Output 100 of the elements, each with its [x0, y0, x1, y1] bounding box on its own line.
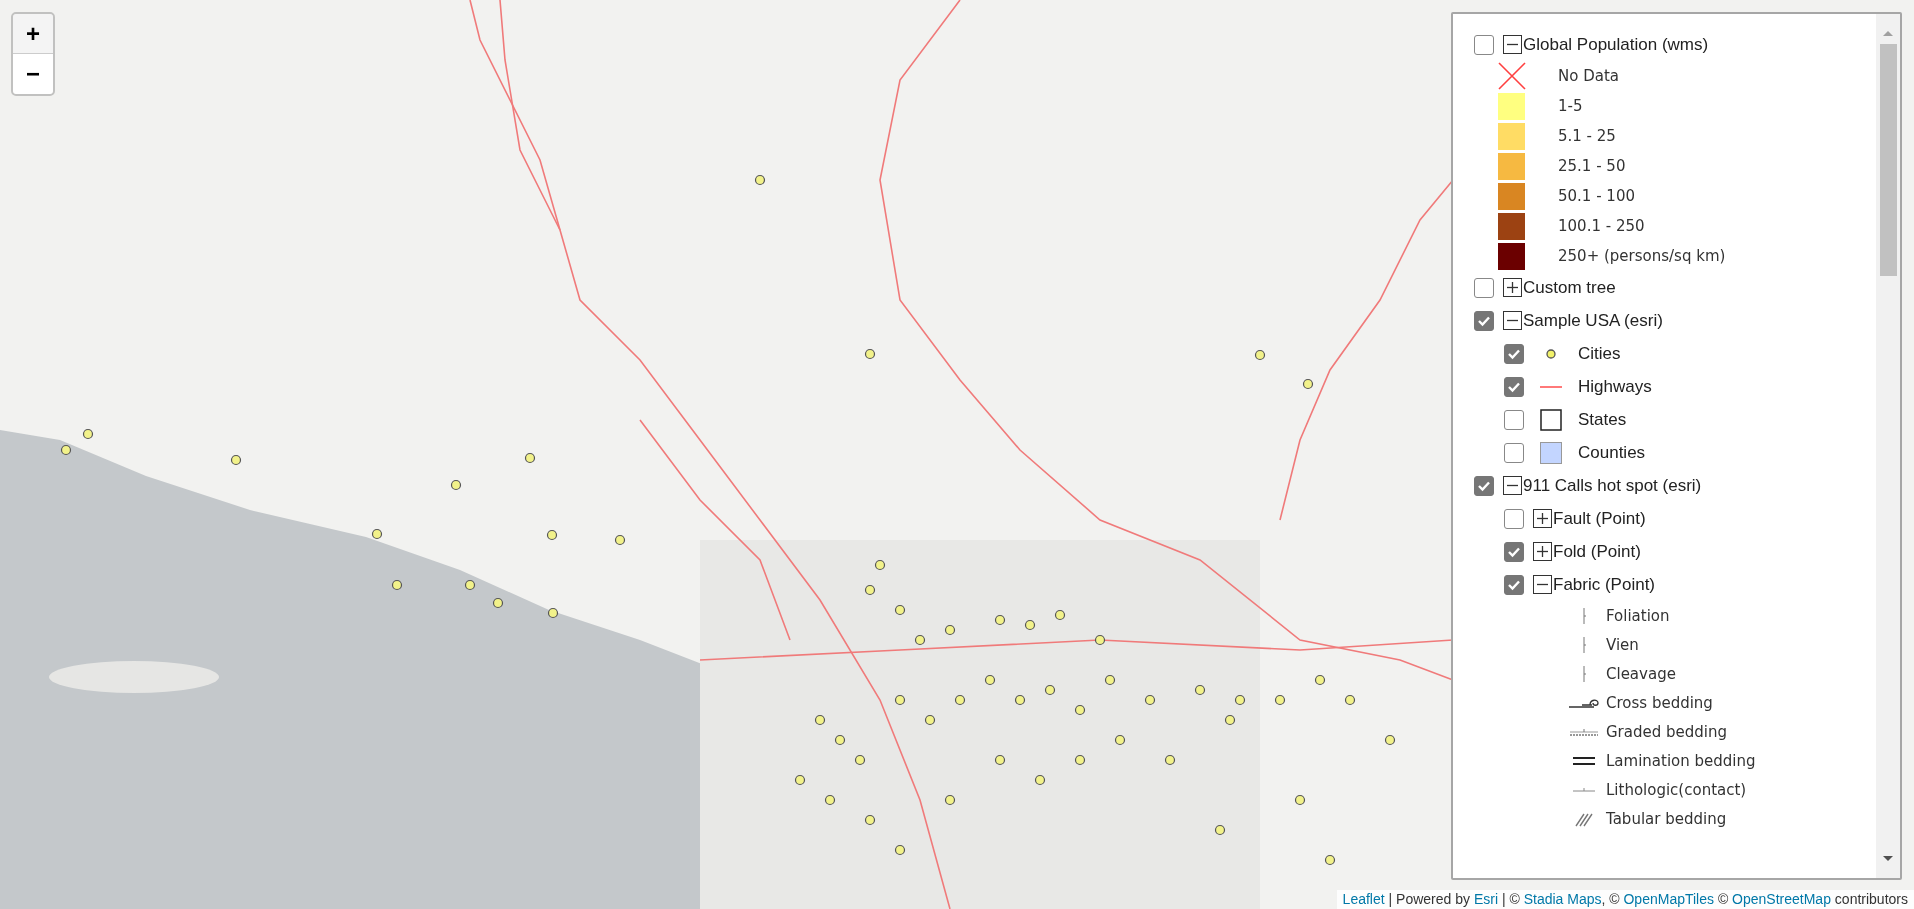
tick-symbol-icon — [1581, 606, 1587, 625]
layer-label: Custom tree — [1523, 277, 1616, 298]
checkbox[interactable] — [1504, 541, 1524, 562]
city-marker — [391, 579, 403, 591]
attribution-link[interactable]: OpenMapTiles — [1623, 891, 1714, 907]
city-marker — [1074, 754, 1086, 766]
scroll-up-icon — [1881, 28, 1895, 38]
minus-icon[interactable] — [1503, 311, 1522, 330]
city-marker — [82, 428, 94, 440]
city-marker — [1344, 694, 1356, 706]
graded-bedding-symbol-icon — [1569, 726, 1599, 737]
scrollbar-thumb[interactable] — [1879, 44, 1897, 276]
scroll-down-icon — [1881, 854, 1895, 864]
city-marker — [864, 584, 876, 596]
city-marker — [1114, 734, 1126, 746]
city-marker — [984, 674, 996, 686]
city-marker — [546, 529, 558, 541]
zoom-out-button[interactable]: − — [13, 54, 53, 94]
city-marker — [824, 794, 836, 806]
legend-label: 100.1 - 250 — [1558, 217, 1645, 235]
city-marker — [1074, 704, 1086, 716]
legend-label: 1-5 — [1558, 97, 1583, 115]
legend-label: Vien — [1606, 635, 1639, 654]
city-marker — [914, 634, 926, 646]
legend-label: Foliation — [1606, 606, 1670, 625]
tick-symbol-icon — [1581, 635, 1587, 654]
layer-label: Global Population (wms) — [1523, 34, 1709, 55]
checkbox[interactable] — [1474, 310, 1494, 331]
city-marker — [754, 174, 766, 186]
tick-symbol-icon — [1581, 664, 1587, 683]
legend-label: Cleavage — [1606, 664, 1676, 683]
city-marker — [924, 714, 936, 726]
city-marker — [794, 774, 806, 786]
checkbox[interactable] — [1504, 409, 1524, 430]
city-marker — [1024, 619, 1036, 631]
city-marker — [1034, 774, 1046, 786]
legend-label: Lithologic(contact) — [1606, 780, 1747, 799]
checkbox[interactable] — [1474, 475, 1494, 496]
legend-label: Cross bedding — [1606, 693, 1713, 712]
city-marker — [994, 614, 1006, 626]
layer-label: States — [1578, 409, 1627, 430]
city-marker — [1294, 794, 1306, 806]
square-outline-icon — [1540, 408, 1562, 431]
city-marker — [1224, 714, 1236, 726]
city-marker — [854, 754, 866, 766]
minus-icon[interactable] — [1503, 35, 1522, 54]
square-fill-icon — [1540, 441, 1562, 464]
layer-label: Counties — [1578, 442, 1646, 463]
checkmark-icon — [1507, 545, 1521, 558]
checkmark-icon — [1477, 479, 1491, 492]
city-marker — [1254, 349, 1266, 361]
checkbox[interactable] — [1504, 508, 1524, 529]
plus-icon[interactable] — [1503, 278, 1522, 297]
layer-label: 911 Calls hot spot (esri) — [1523, 475, 1702, 496]
city-marker — [1014, 694, 1026, 706]
checkmark-icon — [1507, 578, 1521, 591]
checkbox[interactable] — [1474, 34, 1494, 55]
zoom-in-button[interactable]: + — [13, 14, 53, 54]
checkbox[interactable] — [1474, 277, 1494, 298]
attribution-link[interactable]: Leaflet — [1342, 891, 1385, 907]
city-marker — [1194, 684, 1206, 696]
checkbox[interactable] — [1504, 442, 1524, 463]
city-marker — [814, 714, 826, 726]
city-marker — [230, 454, 242, 466]
layer-label: Fault (Point) — [1553, 508, 1646, 529]
attribution-link[interactable]: Esri — [1473, 891, 1499, 907]
checkmark-icon — [1507, 380, 1521, 393]
city-marker — [371, 528, 383, 540]
city-marker — [1214, 824, 1226, 836]
city-marker — [944, 624, 956, 636]
city-marker — [864, 348, 876, 360]
minus-icon[interactable] — [1533, 575, 1552, 594]
city-marker — [450, 479, 462, 491]
legend-label: 50.1 - 100 — [1558, 187, 1635, 205]
attribution-text: Leaflet | Powered by Esri | © Stadia Maps, © OpenMapTiles © OpenStreetMap contributors — [1342, 891, 1908, 907]
city-marker — [1054, 609, 1066, 621]
city-marker — [614, 534, 626, 546]
plus-icon[interactable] — [1533, 542, 1552, 561]
city-marker — [874, 559, 886, 571]
city-marker — [1104, 674, 1116, 686]
legend-label: 5.1 - 25 — [1558, 127, 1616, 145]
city-marker — [894, 694, 906, 706]
city-marker — [994, 754, 1006, 766]
city-marker — [1164, 754, 1176, 766]
checkbox[interactable] — [1504, 343, 1524, 364]
city-marker — [60, 444, 72, 456]
checkmark-icon — [1507, 347, 1521, 360]
plus-icon[interactable] — [1533, 509, 1552, 528]
legend-label: 25.1 - 50 — [1558, 157, 1626, 175]
legend-label: Graded bedding — [1606, 722, 1727, 741]
checkmark-icon — [1477, 314, 1491, 327]
layer-label: Fabric (Point) — [1553, 574, 1656, 595]
scrollbar[interactable] — [1876, 14, 1900, 878]
minus-icon[interactable] — [1503, 476, 1522, 495]
checkbox[interactable] — [1504, 574, 1524, 595]
checkbox[interactable] — [1504, 376, 1524, 397]
city-marker — [1384, 734, 1396, 746]
city-marker — [954, 694, 966, 706]
attribution-link[interactable]: OpenStreetMap — [1732, 891, 1831, 907]
legend-label: No Data — [1558, 67, 1619, 85]
